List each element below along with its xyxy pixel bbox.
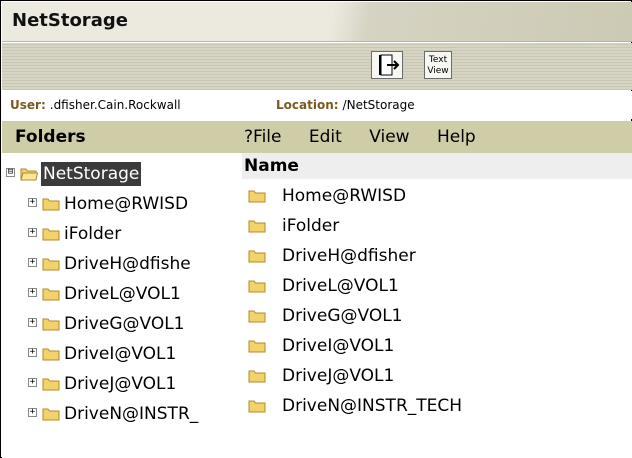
list-item-label[interactable]: DriveH@dfisher: [282, 241, 416, 271]
folder-icon: [42, 408, 60, 421]
text-view-label-2: View: [427, 66, 449, 76]
netstorage-window: NetStorage Text View User: .dfisher.Cain.…: [0, 0, 632, 458]
folder-icon: [248, 280, 266, 293]
folder-icon: [248, 370, 266, 383]
folder-icon: [248, 310, 266, 323]
tree-item-label[interactable]: DriveI@VOL1: [64, 339, 176, 369]
folder-icon: [248, 340, 266, 353]
tree-item-label[interactable]: DriveH@dfishe: [64, 249, 191, 279]
user-label: User:: [10, 98, 46, 112]
tree-item-label[interactable]: DriveL@VOL1: [64, 279, 181, 309]
list-item[interactable]: DriveH@dfisher: [242, 241, 632, 271]
tree-item-label[interactable]: DriveN@INSTR_: [64, 399, 198, 429]
expand-icon[interactable]: +: [28, 318, 37, 327]
folder-icon: [42, 348, 60, 361]
expand-icon[interactable]: +: [28, 288, 37, 297]
expand-icon[interactable]: +: [28, 378, 37, 387]
list-item[interactable]: DriveN@INSTR_TECH: [242, 391, 632, 421]
logout-button[interactable]: [371, 51, 403, 79]
collapse-icon[interactable]: ⊟: [6, 168, 15, 177]
menu-file[interactable]: ?File: [244, 121, 281, 153]
list-item-label[interactable]: DriveG@VOL1: [282, 301, 403, 331]
tree-item-label[interactable]: iFolder: [64, 219, 121, 249]
folders-header: Folders: [2, 121, 242, 153]
tree-item-label[interactable]: DriveG@VOL1: [64, 309, 185, 339]
menu-edit[interactable]: Edit: [309, 121, 342, 153]
title-bar: NetStorage: [2, 2, 632, 42]
menu-bar: ?File Edit View Help: [242, 121, 632, 153]
list-item[interactable]: iFolder: [242, 211, 632, 241]
list-item-label[interactable]: DriveL@VOL1: [282, 271, 399, 301]
tree-item-label[interactable]: DriveJ@VOL1: [64, 369, 176, 399]
expand-icon[interactable]: +: [28, 198, 37, 207]
list-item-label[interactable]: DriveJ@VOL1: [282, 361, 394, 391]
logout-door-icon: [379, 54, 400, 76]
toolbar: Text View: [2, 43, 632, 90]
list-item[interactable]: DriveI@VOL1: [242, 331, 632, 361]
folder-icon: [248, 190, 266, 203]
text-view-label-1: Text: [428, 55, 448, 65]
folder-icon: [42, 288, 60, 301]
location-group: Location:/NetStorage: [276, 91, 415, 119]
tree-item-netstorage[interactable]: NetStorage: [41, 162, 142, 186]
folder-icon: [42, 228, 60, 241]
tree-item-label[interactable]: Home@RWISD: [64, 189, 188, 219]
text-view-button[interactable]: Text View: [424, 51, 452, 79]
list-item[interactable]: DriveL@VOL1: [242, 271, 632, 301]
file-list-pane: Name Home@RWISD iFolder DriveH@dfisher D…: [242, 153, 632, 458]
expand-icon[interactable]: +: [28, 408, 37, 417]
list-item-label[interactable]: DriveI@VOL1: [282, 331, 394, 361]
menu-help[interactable]: Help: [437, 121, 476, 153]
folder-icon: [248, 250, 266, 263]
info-bar: User: .dfisher.Cain.Rockwall Location:/Ne…: [2, 91, 632, 119]
folder-icon: [248, 400, 266, 413]
open-folder-icon: [20, 168, 38, 181]
folder-icon: [42, 318, 60, 331]
folder-icon: [42, 378, 60, 391]
user-value: .dfisher.Cain.Rockwall: [49, 98, 181, 112]
expand-icon[interactable]: +: [28, 348, 37, 357]
folder-tree: ⊟ NetStorage + Home@RWISD + iFolder + Dr…: [2, 153, 242, 458]
location-value: /NetStorage: [342, 98, 415, 112]
expand-icon[interactable]: +: [28, 228, 37, 237]
name-column-header[interactable]: Name: [242, 153, 632, 179]
location-label: Location:: [276, 98, 339, 112]
app-title: NetStorage: [12, 10, 128, 31]
list-item-label[interactable]: DriveN@INSTR_TECH: [282, 391, 462, 421]
list-item[interactable]: Home@RWISD: [242, 181, 632, 211]
folder-icon: [42, 258, 60, 271]
list-item[interactable]: DriveJ@VOL1: [242, 361, 632, 391]
expand-icon[interactable]: +: [28, 258, 37, 267]
list-item-label[interactable]: Home@RWISD: [282, 181, 406, 211]
menu-view[interactable]: View: [369, 121, 409, 153]
folder-icon: [248, 220, 266, 233]
list-item[interactable]: DriveG@VOL1: [242, 301, 632, 331]
list-item-label[interactable]: iFolder: [282, 211, 339, 241]
folder-icon: [42, 198, 60, 211]
